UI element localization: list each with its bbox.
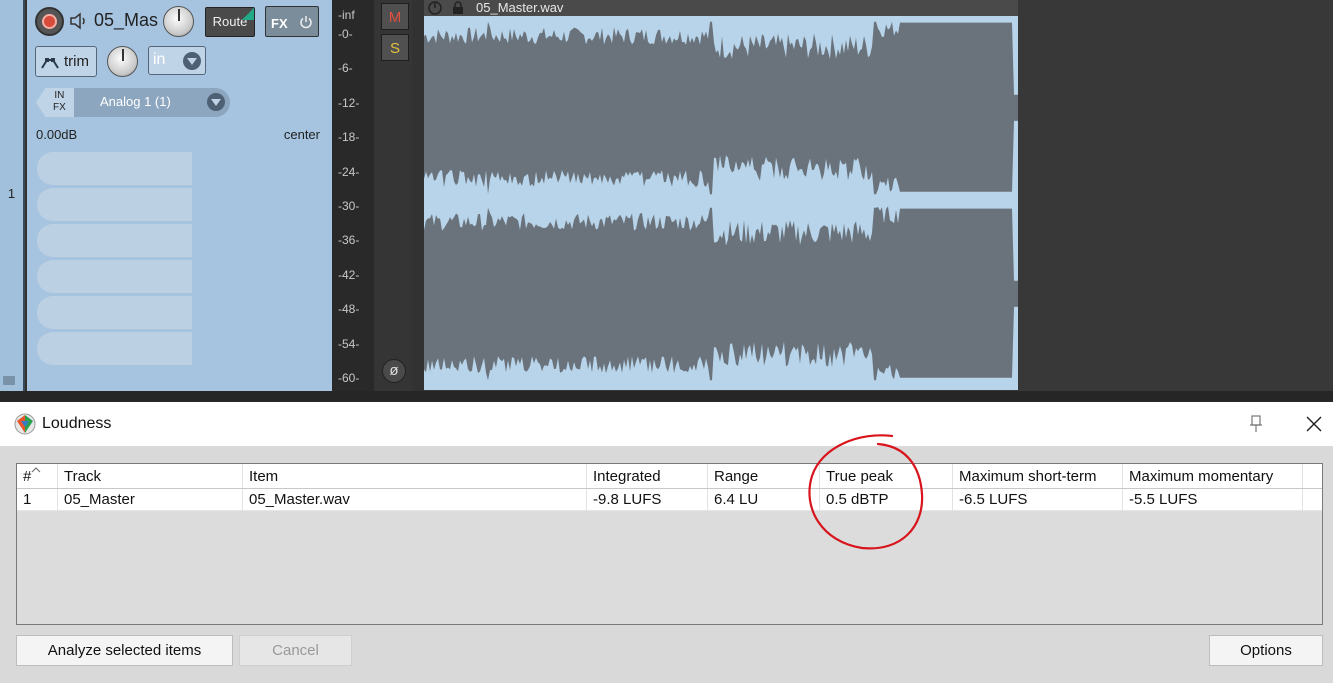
pan-readout: center [283,127,320,142]
cell-true-peak: 0.5 dBTP [820,489,953,511]
fx-slot[interactable] [37,260,192,293]
input-fx-label: IN FX [53,90,66,113]
volume-readout: 0.00dB [36,127,78,142]
automation-mode-button[interactable]: trim [35,46,97,77]
meter-tick: -42- [338,268,360,282]
meter-tick: -18- [338,130,360,144]
cell-integrated: -9.8 LUFS [587,489,708,511]
input-fx-button[interactable]: IN FX [36,88,74,117]
cell-number: 1 [17,489,58,511]
track-name[interactable]: 05_Mas [94,10,158,31]
fx-slot[interactable] [37,224,192,257]
automation-mode-label: trim [64,53,89,70]
pan-knob[interactable] [107,46,138,77]
fx-slot[interactable] [37,188,192,221]
meter-tick: -0- [338,27,353,41]
cell-range: 6.4 LU [708,489,820,511]
cell-max-momentary: -5.5 LUFS [1123,489,1303,511]
arrange-area: 1 05_Mas Route FX trim in IN FX Analog 1… [0,0,1333,401]
phase-invert-button[interactable]: ø [382,359,406,383]
column-header-number[interactable]: # [17,464,58,488]
track-number: 1 [7,186,16,201]
solo-button[interactable]: S [381,34,409,61]
meter-tick: -6- [338,61,353,75]
record-arm-button[interactable] [35,7,64,36]
media-item-header[interactable]: 05_Master.wav [424,0,1018,16]
track-meter: -inf -0- -6- -12- -18- -24- -30- -36- -4… [332,0,412,391]
column-header-integrated[interactable]: Integrated [587,464,708,488]
fx-slot[interactable] [37,152,192,185]
close-icon[interactable] [1305,415,1323,433]
meter-tick: -48- [338,302,360,316]
loudness-window: Loudness # Track Item Integrated Range T… [0,402,1333,683]
arrange-footer [424,391,1333,401]
column-header-track[interactable]: Track [58,464,243,488]
folder-icon[interactable] [3,376,15,385]
media-item-name: 05_Master.wav [476,0,564,15]
input-monitor-select[interactable]: in [148,46,206,75]
envelope-icon [41,58,59,69]
chevron-down-icon [207,93,225,111]
column-header-range[interactable]: Range [708,464,820,488]
pin-icon[interactable] [1249,415,1263,433]
column-header-true-peak[interactable]: True peak [820,464,953,488]
meter-tick: -30- [338,199,360,213]
meter-tick: -12- [338,96,360,110]
meter-tick: -inf [338,8,355,22]
input-source-label: Analog 1 (1) [100,94,171,109]
options-button[interactable]: Options [1209,635,1323,666]
meter-tick: -24- [338,165,360,179]
speaker-icon[interactable] [68,10,90,32]
sort-ascending-icon [31,467,41,473]
loudness-results-table[interactable]: # Track Item Integrated Range True peak … [16,463,1323,625]
power-icon[interactable] [428,1,442,15]
meter-tick: -36- [338,233,360,247]
track-control-panel[interactable]: 05_Mas Route FX trim in IN FX Analog 1 (… [27,0,332,391]
window-title: Loudness [42,415,112,432]
input-monitor-label: in [153,51,166,68]
tcp-footer [0,391,424,401]
track-number-strip[interactable]: 1 [0,0,25,391]
fx-label: FX [271,16,288,31]
meter-tick: -54- [338,337,360,351]
volume-knob[interactable] [163,6,194,37]
route-button[interactable]: Route [205,7,255,37]
column-header-item[interactable]: Item [243,464,587,488]
cancel-button[interactable]: Cancel [239,635,352,666]
vu-meter[interactable]: -inf -0- -6- -12- -18- -24- -30- -36- -4… [332,0,374,391]
table-row[interactable]: 1 05_Master 05_Master.wav -9.8 LUFS 6.4 … [17,489,1322,511]
meter-tick: -60- [338,371,360,385]
fx-slot[interactable] [37,332,192,365]
loudness-panel: # Track Item Integrated Range True peak … [0,446,1333,683]
lock-icon[interactable] [452,1,464,15]
fx-button[interactable]: FX [265,6,319,37]
fx-bypass-power-icon[interactable] [299,15,313,29]
cell-item: 05_Master.wav [243,489,587,511]
cell-max-short-term: -6.5 LUFS [953,489,1123,511]
app-logo-icon [14,413,36,435]
window-titlebar[interactable]: Loudness [0,402,1333,446]
table-header: # Track Item Integrated Range True peak … [17,464,1322,489]
waveform[interactable] [424,16,1018,390]
arrange-view[interactable]: 05_Master.wav [424,0,1333,391]
chevron-down-icon [183,52,201,70]
mute-button[interactable]: M [381,3,409,30]
input-source-select[interactable]: Analog 1 (1) [74,88,230,117]
analyze-selected-items-button[interactable]: Analyze selected items [16,635,233,666]
cell-track: 05_Master [58,489,243,511]
column-header-max-momentary[interactable]: Maximum momentary [1123,464,1303,488]
column-header-max-short-term[interactable]: Maximum short-term [953,464,1123,488]
fx-slot[interactable] [37,296,192,329]
